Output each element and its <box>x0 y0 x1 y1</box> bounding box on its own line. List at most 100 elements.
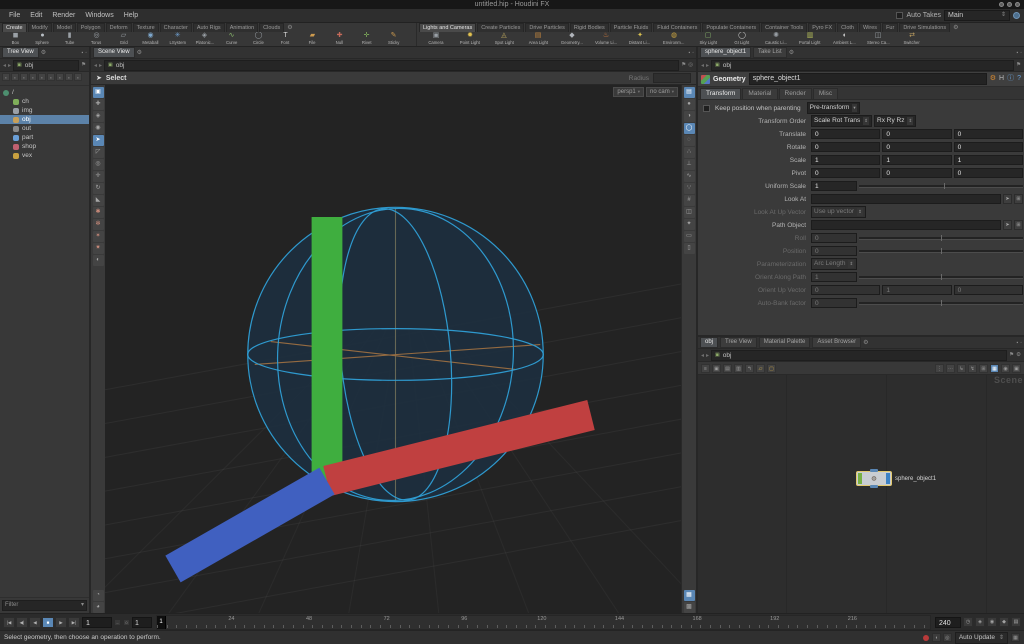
take-selector[interactable]: Main ⇕ <box>944 10 1010 21</box>
light-handles-icon[interactable]: ✦ <box>684 219 695 230</box>
pane-split-icon[interactable]: ◦ <box>692 50 694 56</box>
shelf-tab-create[interactable]: Create <box>2 23 27 32</box>
pane-maximize-icon[interactable]: ▪ <box>81 50 83 56</box>
shelf-tool-camera[interactable]: ▣Camera <box>419 32 453 46</box>
shelf-tab-populate-containers[interactable]: Populate Containers <box>702 23 760 32</box>
pin-icon[interactable]: ⚑ <box>681 62 686 68</box>
playback-options-icon[interactable]: ▤ <box>1011 617 1021 627</box>
update-mode-selector[interactable]: Auto Update ⇕ <box>955 632 1008 644</box>
param-tab-material[interactable]: Material <box>742 88 777 99</box>
shelf-tab-modify[interactable]: Modify <box>28 23 52 32</box>
range-start-field[interactable]: 1 <box>132 617 152 628</box>
op-jump-icon[interactable]: ➤ <box>1003 194 1012 204</box>
node-render-flag[interactable] <box>886 473 890 484</box>
keep-position-checkbox[interactable] <box>703 105 710 112</box>
minimize-button[interactable] <box>999 2 1004 7</box>
tree-filter-input[interactable]: Filter ▾ <box>2 600 87 611</box>
shelf-tab-animation[interactable]: Animation <box>226 23 258 32</box>
select-components-icon[interactable]: ◸ <box>93 147 104 158</box>
close-button[interactable] <box>1015 2 1020 7</box>
shelf-tab-wires[interactable]: Wires <box>859 23 881 32</box>
pane-menu-gear-icon[interactable]: ⚙ <box>41 49 46 56</box>
tree-path-field[interactable]: ▣ obj <box>13 60 79 71</box>
node-name-field[interactable]: sphere_object1 <box>749 73 987 85</box>
param-field-pivot-2[interactable]: 0 <box>954 168 1023 178</box>
sync-icon[interactable]: ◎ <box>688 62 693 68</box>
tab-asset-browser[interactable]: Asset Browser <box>812 337 861 348</box>
pane-menu-gear-icon[interactable]: ⚙ <box>863 339 868 346</box>
houdini-engine-icon[interactable]: H <box>999 74 1004 84</box>
safe-area-icon[interactable]: ▭ <box>684 231 695 242</box>
param-tab-render[interactable]: Render <box>779 88 812 99</box>
frame-zero-button[interactable]: 0 <box>123 619 130 626</box>
back-icon[interactable]: ◂ <box>94 62 97 69</box>
shelf-tab-drive-particles[interactable]: Drive Particles <box>525 23 568 32</box>
more-options-icon[interactable]: ⋯ <box>946 364 955 373</box>
tab-obj[interactable]: obj <box>700 337 718 348</box>
edit-tool-icon[interactable]: ✱ <box>93 207 104 218</box>
shelf-tool-stereo-ca[interactable]: ◫Stereo Ca... <box>861 32 895 46</box>
link-icon[interactable]: ▪ <box>2 73 10 81</box>
sculpt-tool-icon[interactable]: ✻ <box>93 219 104 230</box>
shelf-tab-lights-and-cameras[interactable]: Lights and Cameras <box>419 23 476 32</box>
tab-material-palette[interactable]: Material Palette <box>759 337 811 348</box>
menu-windows[interactable]: Windows <box>80 12 118 19</box>
snapshot-icon[interactable]: ◔ <box>93 590 104 601</box>
dop-filter-icon[interactable]: ▪ <box>47 73 55 81</box>
pane-maximize-icon[interactable]: ▪ <box>688 50 690 56</box>
shelf-tab-clouds[interactable]: Clouds <box>259 23 284 32</box>
obj-filter-icon[interactable]: ▪ <box>29 73 37 81</box>
menu-render[interactable]: Render <box>47 12 80 19</box>
shelf-tool-torus[interactable]: ◎Torus <box>83 32 110 46</box>
param-field-translate-2[interactable]: 0 <box>954 129 1023 139</box>
shelf-tool-box[interactable]: ◼Box <box>2 32 29 46</box>
dropdown-rx-ry-rz[interactable]: Rx Ry Rz⇕ <box>874 115 916 127</box>
forward-icon[interactable]: ▸ <box>706 62 709 69</box>
wireframe-icon[interactable]: ◯ <box>684 123 695 134</box>
pane-split-icon[interactable]: ◦ <box>85 50 87 56</box>
shelf-gear-icon[interactable]: ⚙ <box>951 24 960 32</box>
tree-item-vex[interactable]: vex <box>0 151 89 160</box>
shelf-tab-drive-simulations[interactable]: Drive Simulations <box>899 23 950 32</box>
stop-button[interactable]: ■ <box>42 617 54 628</box>
shelf-tool-volume-li[interactable]: ♨Volume Li... <box>589 32 623 46</box>
node-input-connector[interactable] <box>870 469 878 472</box>
node-body[interactable]: ◍ <box>856 471 892 486</box>
shelf-tool-file[interactable]: ▰File <box>299 32 326 46</box>
param-slider-uniform-scale[interactable] <box>859 181 1023 191</box>
shelf-gear-icon[interactable]: ⚙ <box>285 24 294 32</box>
tab-take-list[interactable]: Take List <box>753 47 787 58</box>
menu-help[interactable]: Help <box>119 12 143 19</box>
param-field-translate-1[interactable]: 0 <box>882 129 951 139</box>
frame-dec-button[interactable]: ‒ <box>114 619 121 626</box>
param-field-look-at[interactable] <box>811 194 1001 204</box>
audio-options-icon[interactable]: ◉ <box>987 617 997 627</box>
op-jump-icon[interactable]: ➤ <box>1003 220 1012 230</box>
realtime-toggle-icon[interactable]: ◷ <box>963 617 973 627</box>
tab-tree-view[interactable]: Tree View <box>720 337 757 348</box>
shelf-tool-gi-light[interactable]: ◯GI Light <box>725 32 759 46</box>
pane-maximize-icon[interactable]: ▪ <box>1016 50 1018 56</box>
gear-icon[interactable]: ⚙ <box>1016 352 1021 358</box>
param-field-path-object[interactable] <box>811 220 1001 230</box>
node-output-connector[interactable] <box>870 485 878 488</box>
rotate-tool-icon[interactable]: ↻ <box>93 183 104 194</box>
pane-menu-gear-icon[interactable]: ⚙ <box>789 49 794 56</box>
param-field-translate-0[interactable]: 0 <box>811 129 880 139</box>
cop-filter-icon[interactable]: ▪ <box>74 73 82 81</box>
params-path-field[interactable]: ▣ obj <box>711 60 1014 71</box>
forward-icon[interactable]: ▸ <box>8 62 11 69</box>
network-canvas[interactable]: Scene ◍ sphere_object1 <box>698 375 1024 613</box>
shelf-tool-platonic[interactable]: ◈Platonic... <box>191 32 218 46</box>
tree-item-img[interactable]: img <box>0 106 89 115</box>
simulation-toggle-icon[interactable]: ◈ <box>975 617 985 627</box>
current-frame-field[interactable]: 1 <box>82 617 112 628</box>
tab-scene-view[interactable]: Scene View <box>93 47 135 58</box>
collapse-all-icon[interactable]: ▪ <box>20 73 28 81</box>
network-path-field[interactable]: ▣ obj <box>711 350 1007 361</box>
tree-item-out[interactable]: out <box>0 124 89 133</box>
shelf-tab-pyro-fx[interactable]: Pyro FX <box>808 23 836 32</box>
pin-icon[interactable]: ⚑ <box>1009 352 1014 358</box>
pin-icon[interactable]: ⚑ <box>81 62 86 68</box>
tree-item-ch[interactable]: ch <box>0 97 89 106</box>
